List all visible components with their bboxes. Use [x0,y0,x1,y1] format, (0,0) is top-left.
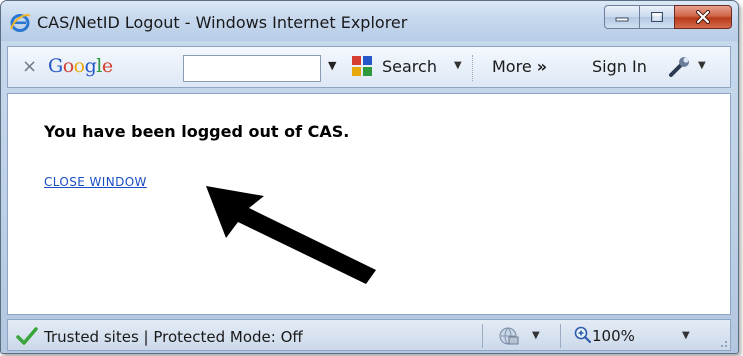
check-icon [16,327,38,345]
search-history-dropdown[interactable]: ▼ [328,59,336,72]
zone-dropdown[interactable]: ▼ [532,330,540,341]
toolbar-separator [472,55,474,81]
google-toolbar: × Google ▼ Search ▼ More » Sign In ▼ [7,46,731,88]
more-button[interactable]: More » [492,57,547,76]
google-logo: Google [48,55,113,77]
zoom-dropdown[interactable]: ▼ [682,330,690,341]
more-label: More [492,57,532,76]
maximize-button[interactable] [639,5,674,29]
title-bar: CAS/NetID Logout - Windows Internet Expl… [1,1,738,41]
maximize-icon [651,12,663,22]
status-bar: Trusted sites | Protected Mode: Off ▼ 10… [7,319,731,351]
settings-dropdown[interactable]: ▼ [698,60,706,71]
ie-logo-icon [10,14,31,32]
close-window-link[interactable]: CLOSE WINDOW [44,175,147,189]
minimize-icon [615,17,629,22]
resize-grip-icon[interactable] [718,338,728,348]
security-status: Trusted sites | Protected Mode: Off [44,328,303,346]
globe-icon[interactable] [498,326,520,346]
google-toolbar-icon [352,56,372,76]
wrench-icon[interactable] [668,56,692,78]
zoom-icon [574,326,592,344]
toolbar-close-button[interactable]: × [22,56,37,77]
close-icon [696,10,710,24]
double-chevron-icon: » [536,57,548,76]
google-search-input[interactable] [183,55,321,82]
zoom-level[interactable]: 100% [592,327,635,345]
minimize-button[interactable] [604,5,639,29]
sign-in-button[interactable]: Sign In [592,57,647,76]
browser-window: CAS/NetID Logout - Windows Internet Expl… [0,0,739,354]
close-window-button[interactable] [674,5,732,29]
logout-message: You have been logged out of CAS. [44,122,350,141]
status-divider [482,324,483,348]
search-dropdown[interactable]: ▼ [454,60,462,71]
arrow-annotation [206,186,376,284]
search-button[interactable]: Search [382,57,437,76]
status-divider [560,324,561,348]
window-controls [604,5,732,29]
window-title: CAS/NetID Logout - Windows Internet Expl… [37,13,408,32]
page-content: You have been logged out of CAS. CLOSE W… [7,93,731,315]
